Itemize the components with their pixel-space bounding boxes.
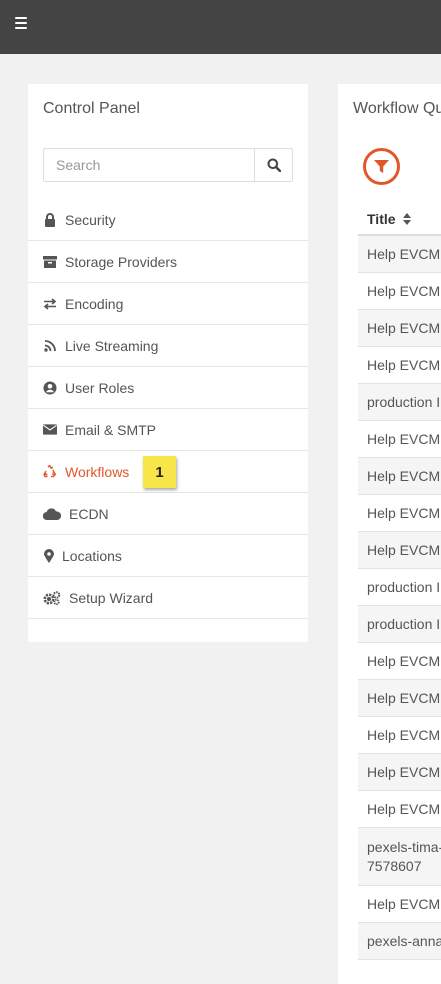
sidebar-item-ecdn[interactable]: ECDN — [28, 493, 308, 535]
table-row[interactable]: Help EVCM — [358, 791, 441, 828]
sidebar-item-workflows[interactable]: Workflows 1 — [28, 451, 308, 493]
sidebar-item-label: Workflows — [65, 463, 130, 480]
sidebar-item-user-roles[interactable]: User Roles — [28, 367, 308, 409]
sidebar-item-live-streaming[interactable]: Live Streaming — [28, 325, 308, 367]
table-row[interactable]: production I — [358, 384, 441, 421]
page-title: Workflow Qu — [353, 100, 441, 117]
recycle-icon — [43, 465, 57, 479]
sidebar-item-label: ECDN — [69, 505, 109, 522]
sidebar-item-label: Encoding — [65, 295, 124, 312]
table-row[interactable]: Help EVCM — [358, 532, 441, 569]
table-row[interactable]: Help EVCM — [358, 236, 441, 273]
sidebar-item-label: Security — [65, 211, 116, 228]
sidebar-item-storage-providers[interactable]: Storage Providers — [28, 241, 308, 283]
table-row[interactable]: Help EVCM — [358, 421, 441, 458]
sidebar-item-label: Email & SMTP — [65, 421, 157, 438]
sidebar-item-encoding[interactable]: Encoding — [28, 283, 308, 325]
lock-icon — [43, 212, 57, 227]
table-row[interactable]: Help EVCM — [358, 754, 441, 791]
table-row[interactable]: Help EVCM — [358, 643, 441, 680]
workflow-queue-panel: Workflow Qu Title Help EVCM Help EVCM He… — [338, 84, 441, 984]
control-panel: Control Panel Security Storage Providers — [28, 84, 308, 642]
sidebar-item-label: Setup Wizard — [69, 589, 154, 606]
search-input[interactable] — [44, 149, 254, 181]
envelope-icon — [43, 423, 57, 437]
settings-menu: Security Storage Providers Encoding Live… — [28, 199, 308, 619]
sort-icon — [402, 213, 411, 225]
step-badge: 1 — [143, 456, 176, 488]
sidebar-item-setup-wizard[interactable]: Setup Wizard — [28, 577, 308, 619]
archive-icon — [43, 255, 57, 269]
column-header-title[interactable]: Title — [358, 204, 441, 236]
sidebar-item-locations[interactable]: Locations — [28, 535, 308, 577]
workflow-table-body: Help EVCM Help EVCM Help EVCM Help EVCM … — [358, 236, 441, 960]
sidebar-item-label: Storage Providers — [65, 253, 178, 270]
sidebar-item-email-smtp[interactable]: Email & SMTP — [28, 409, 308, 451]
panel-title: Control Panel — [43, 100, 140, 117]
table-row[interactable]: Help EVCM — [358, 273, 441, 310]
sidebar-item-security[interactable]: Security — [28, 199, 308, 241]
table-row[interactable]: pexels-tima- 7578607 — [358, 828, 441, 886]
cloud-icon — [43, 507, 61, 521]
table-row[interactable]: Help EVCM — [358, 458, 441, 495]
table-row[interactable]: Help EVCM — [358, 886, 441, 923]
search-icon — [267, 158, 281, 172]
column-header-label: Title — [367, 211, 396, 227]
table-row[interactable]: Help EVCM — [358, 310, 441, 347]
table-row[interactable]: production I — [358, 606, 441, 643]
search-box — [43, 148, 293, 182]
sidebar-item-label: User Roles — [65, 379, 135, 396]
table-row[interactable]: Help EVCM — [358, 717, 441, 754]
user-circle-icon — [43, 381, 57, 395]
table-row[interactable]: Help EVCM — [358, 680, 441, 717]
map-marker-icon — [43, 548, 54, 563]
table-row[interactable]: Help EVCM — [358, 495, 441, 532]
filter-button[interactable] — [363, 148, 400, 185]
table-row[interactable]: Help EVCM — [358, 347, 441, 384]
table-row[interactable]: pexels-anna — [358, 923, 441, 960]
exchange-icon — [43, 297, 57, 311]
sidebar-item-label: Locations — [62, 547, 122, 564]
hamburger-icon[interactable] — [15, 17, 27, 29]
filter-icon — [374, 160, 389, 173]
table-row[interactable]: production I — [358, 569, 441, 606]
cogs-icon — [43, 590, 61, 605]
sidebar-item-label: Live Streaming — [65, 337, 159, 354]
search-button[interactable] — [254, 149, 292, 181]
top-bar — [0, 0, 441, 54]
rss-icon — [43, 339, 57, 353]
